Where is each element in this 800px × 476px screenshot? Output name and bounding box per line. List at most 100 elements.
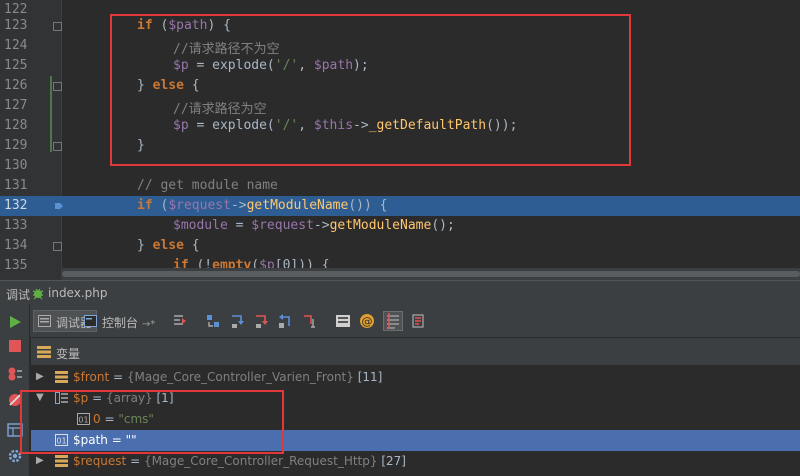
line-number: 126 [4, 78, 28, 93]
horizontal-scrollbar[interactable] [62, 268, 800, 280]
code-line-130[interactable]: 130 [0, 156, 800, 176]
code-token: { [183, 238, 200, 253]
code-token: $request [251, 218, 314, 233]
code-line-125[interactable]: 125 $p = explode('/', $path); [0, 56, 800, 76]
tab-console[interactable]: 控制台 →* [79, 310, 160, 332]
variable-eq: = [109, 370, 127, 384]
line-number: 134 [4, 238, 28, 253]
mute-breakpoints-icon[interactable] [410, 313, 426, 329]
code-token: (); [431, 218, 455, 233]
code-line-123[interactable]: 123 if ($path) { [0, 16, 800, 36]
code-text: //请求路径为空 [173, 98, 267, 117]
variables-panel[interactable]: 变量 ▶ $front = {Mage_Core_Controller_Vari… [31, 338, 800, 476]
code-token: $p [173, 118, 189, 133]
code-token: '/' [274, 118, 299, 133]
variable-text: $request = {Mage_Core_Controller_Request… [73, 454, 406, 468]
line-number: 128 [4, 118, 28, 133]
line-number: 131 [4, 178, 28, 193]
code-text: } [137, 138, 145, 153]
variable-text: 0 = "cms" [93, 412, 154, 426]
object-icon [55, 371, 68, 383]
show-execution-point-icon[interactable] [172, 313, 188, 329]
variable-name: 0 [93, 412, 101, 426]
fold-marker-icon[interactable] [53, 242, 62, 251]
variable-row-front[interactable]: ▶ $front = {Mage_Core_Controller_Varien_… [31, 367, 800, 388]
expand-arrow-icon[interactable]: ▶ [36, 455, 44, 466]
variable-eq: = [100, 412, 119, 426]
force-step-into-icon[interactable] [253, 313, 269, 329]
fold-marker-icon[interactable] [53, 22, 62, 31]
variable-row-p[interactable]: ▼ $p = {array} [1] [31, 388, 800, 409]
variable-row-p-0[interactable]: 01 0 = "cms" [31, 409, 800, 430]
variable-row-path[interactable]: 01 $path = "" [31, 430, 800, 451]
code-line-126[interactable]: 126 } else { [0, 76, 800, 96]
debug-file-tab[interactable]: index.php [48, 286, 107, 300]
debugger-tab-icon [38, 315, 51, 327]
code-line-128[interactable]: 128 $p = explode('/', $this->_getDefault… [0, 116, 800, 136]
code-line-124[interactable]: 124 //请求路径不为空 [0, 36, 800, 57]
variable-count: [27] [377, 454, 406, 468]
variable-row-request[interactable]: ▶ $request = {Mage_Core_Controller_Reque… [31, 451, 800, 472]
code-text: } else { [137, 78, 200, 93]
primitive-icon: 01 [77, 413, 90, 425]
debug-title-label: 调试 [6, 288, 31, 302]
collapse-arrow-icon[interactable]: ▼ [36, 392, 44, 403]
primitive-icon: 01 [55, 434, 68, 446]
svg-text:01: 01 [78, 416, 88, 425]
code-editor[interactable]: 122 123 if ($path) { 124 //请求路径不为空 125 $… [0, 0, 800, 280]
tab-console-suffix: →* [141, 319, 156, 330]
code-line-132-current[interactable]: 132 if ($request->getModuleName()) { [0, 196, 800, 216]
expand-arrow-icon[interactable]: ▶ [36, 371, 44, 382]
code-line-131[interactable]: 131 // get module name [0, 176, 800, 196]
code-line-134[interactable]: 134 } else { [0, 236, 800, 256]
evaluate-expression-icon[interactable] [335, 313, 351, 329]
step-out-icon[interactable] [277, 313, 293, 329]
code-token: if [137, 18, 153, 33]
code-token: // get module name [137, 178, 278, 193]
code-token: $p [173, 58, 189, 73]
fold-marker-icon[interactable] [53, 82, 62, 91]
fold-marker-icon[interactable] [53, 142, 62, 151]
stop-icon[interactable] [7, 338, 23, 354]
scrollbar-thumb[interactable] [62, 271, 800, 277]
code-text: if ($request->getModuleName()) { [137, 198, 387, 213]
step-over-icon[interactable] [205, 313, 221, 329]
settings-gear-icon[interactable] [7, 448, 23, 464]
line-number: 130 [4, 158, 28, 173]
code-token: $path [168, 18, 208, 33]
code-token: { [183, 78, 200, 93]
execution-point-icon[interactable] [54, 201, 64, 211]
code-token: , [298, 58, 314, 73]
code-token: = explode( [188, 118, 275, 133]
run-to-cursor-icon[interactable] [302, 313, 318, 329]
variable-name: $request [73, 454, 127, 468]
code-token: _getDefaultPath [368, 118, 487, 133]
resume-icon[interactable] [7, 314, 23, 330]
code-token: '/' [274, 58, 299, 73]
code-text: $p = explode('/', $path); [173, 58, 369, 73]
code-line-133[interactable]: 133 $module = $request->getModuleName(); [0, 216, 800, 236]
view-breakpoints-icon[interactable] [383, 311, 403, 331]
step-into-icon[interactable] [229, 313, 245, 329]
code-token: $path [313, 58, 354, 73]
variables-icon [37, 346, 51, 358]
variable-type: {Mage_Core_Controller_Request_Http} [143, 454, 378, 468]
watch-icon[interactable]: @ [359, 313, 375, 329]
array-icon [55, 392, 68, 404]
code-token: = [227, 218, 252, 233]
variable-type: {Mage_Core_Controller_Varien_Front} [126, 370, 354, 384]
object-icon [55, 455, 68, 467]
code-text: $module = $request->getModuleName(); [173, 218, 455, 233]
code-token: $this [313, 118, 354, 133]
code-line-127[interactable]: 127 //请求路径为空 [0, 96, 800, 117]
line-number: 127 [4, 98, 28, 113]
breakpoints-icon[interactable] [7, 366, 23, 382]
code-token: ()); [486, 118, 518, 133]
code-token: } [137, 138, 145, 153]
mute-icon[interactable] [7, 392, 23, 408]
code-token: //请求路径为空 [173, 102, 267, 117]
variable-name: $path [73, 433, 108, 447]
code-line-129[interactable]: 129 } [0, 136, 800, 156]
svg-text:@: @ [362, 315, 373, 328]
layout-icon[interactable] [7, 422, 23, 438]
